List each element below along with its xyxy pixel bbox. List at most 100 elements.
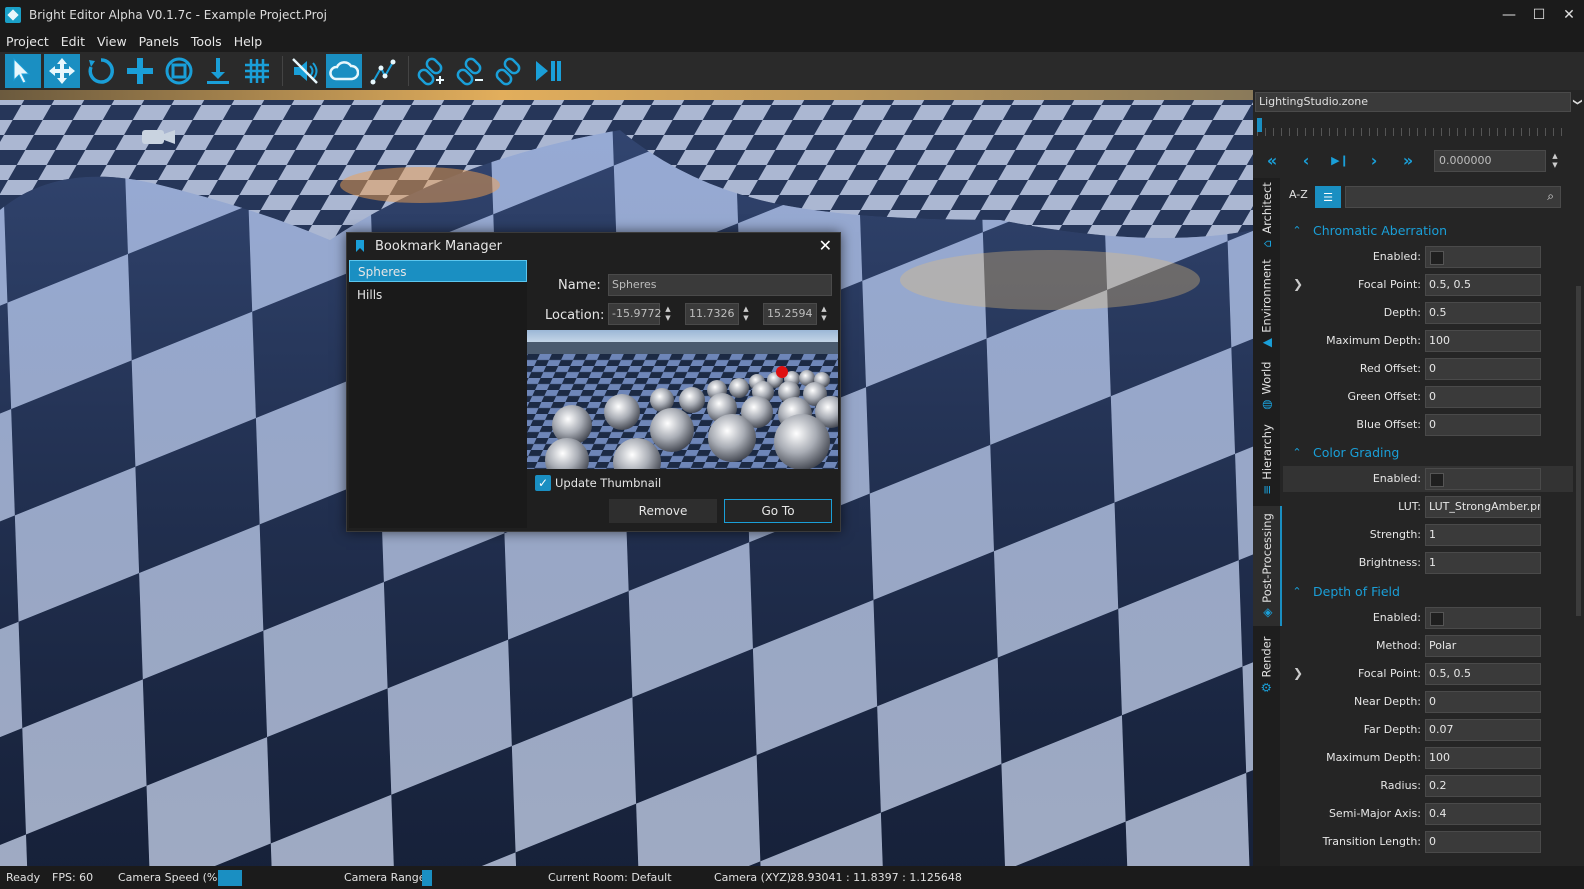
grid-snap-icon [245, 59, 269, 83]
menu-project[interactable]: Project [0, 34, 55, 49]
scale-tool-button[interactable] [161, 54, 197, 88]
prop-value-field[interactable]: 0.5, 0.5 [1425, 663, 1541, 685]
prop-row: Brightness: 1 [1283, 550, 1573, 576]
close-window-button[interactable]: ✕ [1554, 0, 1584, 30]
play-pause-timeline-button[interactable]: ▶❙ [1323, 148, 1357, 172]
camera-gizmo-icon [142, 130, 175, 144]
prop-value-field[interactable]: 0 [1425, 414, 1541, 436]
fast-forward-button[interactable]: » [1391, 148, 1425, 172]
prop-value-field[interactable]: 0 [1425, 358, 1541, 380]
timeline-handle[interactable] [1257, 118, 1262, 132]
tab-environment[interactable]: ▲ Environment [1253, 258, 1280, 350]
prop-value-field[interactable]: 1 [1425, 552, 1541, 574]
location-z-stepper[interactable]: ▲ ▼ [817, 303, 831, 325]
prop-value-field[interactable]: 0 [1425, 386, 1541, 408]
bookmark-name-field[interactable]: Spheres [608, 274, 832, 296]
dialog-title-bar: Bookmark Manager [347, 233, 840, 259]
step-back-button[interactable]: ‹ [1289, 148, 1323, 172]
step-forward-button[interactable]: › [1357, 148, 1391, 172]
prop-value-field[interactable]: 0.2 [1425, 775, 1541, 797]
dialog-title: Bookmark Manager [375, 238, 502, 254]
cloud-button[interactable] [326, 54, 362, 88]
expand-arrow-icon[interactable]: ❯ [1293, 666, 1303, 680]
path-tool-button[interactable] [365, 54, 401, 88]
tab-hierarchy[interactable]: ≡ Hierarchy [1253, 422, 1280, 498]
expand-arrow-icon[interactable]: ❯ [1293, 277, 1303, 291]
dialog-close-button[interactable]: ✕ [819, 236, 832, 255]
prop-value-field[interactable]: 0.07 [1425, 719, 1541, 741]
location-x-field[interactable]: -15.9772 [608, 303, 661, 325]
section-chromatic-aberration[interactable]: ⌃ Chromatic Aberration [1283, 218, 1573, 242]
tab-architect[interactable]: ⌂ Architect [1253, 178, 1280, 254]
prop-value-field[interactable]: 0 [1425, 691, 1541, 713]
mute-audio-button[interactable] [287, 54, 323, 88]
section-title: Color Grading [1313, 444, 1400, 460]
prop-value-field[interactable]: 100 [1425, 747, 1541, 769]
prop-value-field[interactable]: 1 [1425, 524, 1541, 546]
link-button[interactable] [491, 54, 527, 88]
location-x-stepper[interactable]: ▲ ▼ [661, 303, 675, 325]
properties-scrollbar[interactable] [1574, 178, 1582, 866]
menu-view[interactable]: View [91, 34, 133, 49]
select-tool-button[interactable] [5, 54, 41, 88]
move-tool-button[interactable] [44, 54, 80, 88]
enabled-checkbox[interactable] [1425, 607, 1541, 629]
menu-edit[interactable]: Edit [55, 34, 91, 49]
location-y-stepper[interactable]: ▲ ▼ [739, 303, 753, 325]
maximize-button[interactable]: ☐ [1524, 0, 1554, 30]
grid-snap-button[interactable] [239, 54, 275, 88]
bookmark-item-spheres[interactable]: Spheres [349, 260, 527, 282]
camera-speed-slider[interactable] [218, 870, 242, 886]
sort-alphabetical-button[interactable]: A-Z [1289, 188, 1308, 201]
translate-tool-button[interactable] [122, 54, 158, 88]
drop-to-ground-button[interactable] [200, 54, 236, 88]
name-label: Name: [558, 278, 601, 293]
menu-help[interactable]: Help [228, 34, 269, 49]
bookmark-item-hills[interactable]: Hills [349, 284, 527, 306]
camera-range-slider[interactable] [422, 870, 432, 886]
enabled-checkbox[interactable] [1425, 246, 1541, 268]
tab-post-processing[interactable]: ◈ Post-Processing [1253, 506, 1282, 626]
tab-render[interactable]: ⚙ Render [1253, 630, 1280, 700]
location-y-field[interactable]: 11.7326 [685, 303, 739, 325]
prop-value-field[interactable]: 100 [1425, 330, 1541, 352]
prop-row: ❯ Focal Point: 0.5, 0.5 [1283, 661, 1573, 687]
prop-label: Blue Offset: [1356, 418, 1421, 431]
prop-row: Far Depth: 0.07 [1283, 717, 1573, 743]
prop-value-field[interactable]: 0 [1425, 831, 1541, 853]
section-color-grading[interactable]: ⌃ Color Grading [1283, 440, 1573, 464]
location-z-field[interactable]: 15.2594 [763, 303, 817, 325]
prop-value-field[interactable]: 0.5, 0.5 [1425, 274, 1541, 296]
categorized-view-button[interactable]: ☰ [1315, 186, 1341, 208]
prop-row: Near Depth: 0 [1283, 689, 1573, 715]
menu-tools[interactable]: Tools [185, 34, 228, 49]
update-thumbnail-checkbox[interactable]: ✓ [535, 475, 551, 491]
time-stepper[interactable]: ▲ ▼ [1548, 150, 1562, 172]
rewind-button[interactable]: « [1255, 148, 1289, 172]
timeline-scrubber[interactable] [1257, 118, 1569, 138]
minimize-button[interactable]: — [1494, 0, 1524, 30]
enabled-checkbox[interactable] [1425, 468, 1541, 490]
scrollbar-thumb[interactable] [1576, 286, 1581, 616]
play-pause-button[interactable] [530, 54, 566, 88]
scene-viewport[interactable]: Bookmark Manager ✕ Spheres Hills Name: S… [0, 90, 1253, 866]
section-depth-of-field[interactable]: ⌃ Depth of Field [1283, 579, 1573, 603]
time-input[interactable]: 0.000000 [1434, 150, 1546, 172]
tab-world[interactable]: ◍ World [1253, 354, 1280, 418]
remove-button[interactable]: Remove [609, 499, 717, 523]
link-remove-button[interactable] [452, 54, 488, 88]
zone-dropdown[interactable]: LightingStudio.zone ❯ [1255, 92, 1582, 112]
property-search-input[interactable]: ⌕ [1345, 186, 1561, 208]
rotate-tool-button[interactable] [83, 54, 119, 88]
prop-value-field[interactable]: Polar [1425, 635, 1541, 657]
prop-value-field[interactable]: 0.4 [1425, 803, 1541, 825]
prop-value-field[interactable]: 0.5 [1425, 302, 1541, 324]
prop-value-field[interactable]: LUT_StrongAmber.pn [1425, 496, 1541, 518]
chevron-down-icon: ❯ [1572, 98, 1582, 106]
link-add-button[interactable] [413, 54, 449, 88]
prop-label: Near Depth: [1354, 695, 1421, 708]
link-add-icon [417, 57, 444, 86]
go-to-button[interactable]: Go To [724, 499, 832, 523]
menu-panels[interactable]: Panels [133, 34, 185, 49]
prop-row: Enabled: [1283, 466, 1573, 492]
